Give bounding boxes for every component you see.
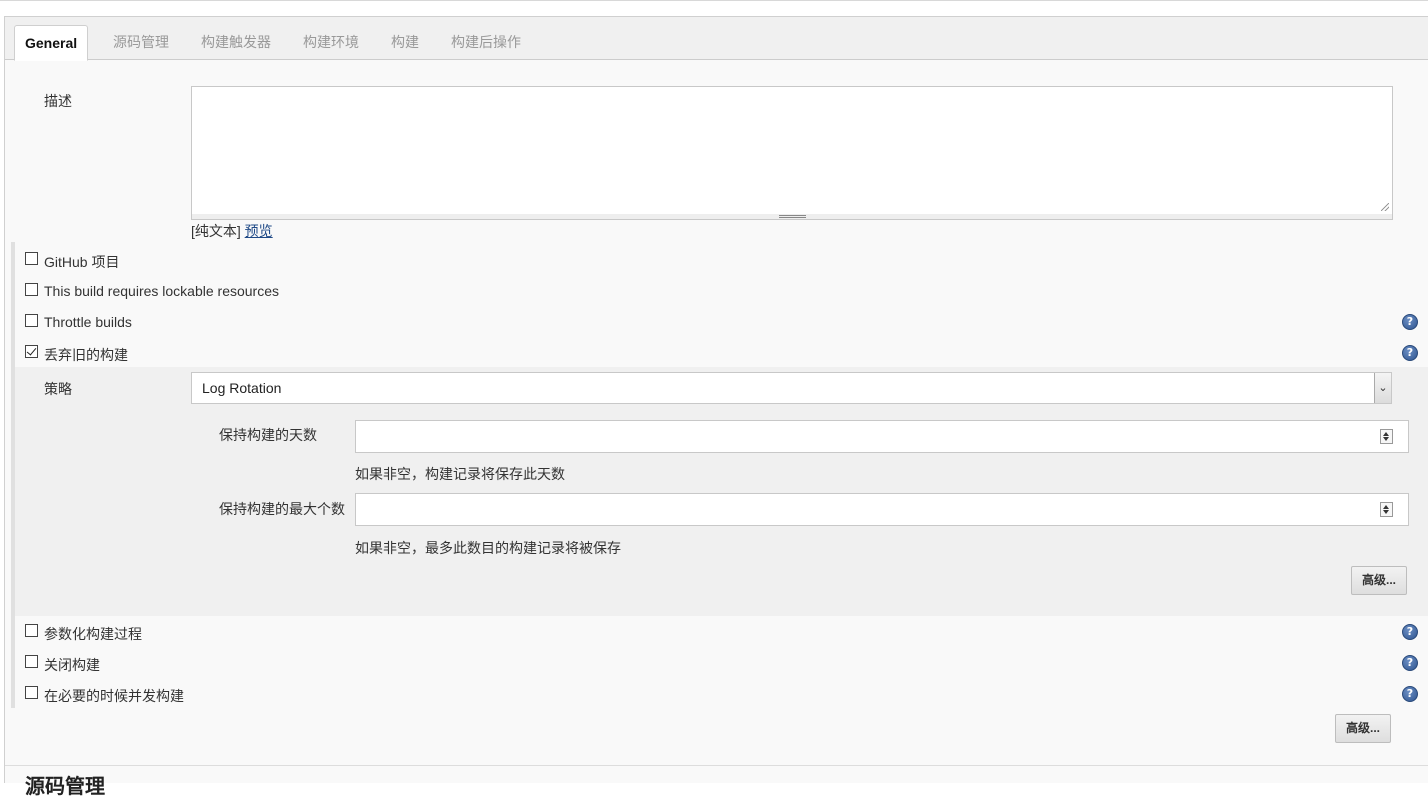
tab-general[interactable]: General	[14, 25, 89, 61]
spinner-icon[interactable]	[1380, 429, 1393, 444]
help-icon[interactable]: ?	[1402, 655, 1418, 671]
strategy-label: 策略	[44, 381, 72, 397]
throttle-builds-checkbox[interactable]	[25, 314, 38, 327]
tab-source-management[interactable]: 源码管理	[103, 25, 179, 60]
source-management-heading: 源码管理	[25, 776, 105, 798]
discard-strategy-section	[15, 367, 1428, 616]
max-builds-hint: 如果非空，最多此数目的构建记录将被保存	[355, 540, 621, 556]
concurrent-builds-label: 在必要的时候并发构建	[44, 688, 184, 704]
strategy-advanced-button[interactable]: 高级...	[1351, 566, 1408, 595]
parameterized-build-label: 参数化构建过程	[44, 626, 142, 642]
github-project-checkbox[interactable]	[25, 252, 38, 265]
days-to-keep-label: 保持构建的天数	[219, 427, 317, 443]
description-format: [纯文本] 预览	[191, 221, 273, 241]
chevron-down-icon[interactable]: ⌄	[1374, 373, 1391, 403]
strategy-select[interactable]: Log Rotation ⌄	[191, 372, 1392, 404]
disable-build-checkbox[interactable]	[25, 655, 38, 668]
parameterized-build-checkbox[interactable]	[25, 624, 38, 637]
top-divider	[0, 0, 1428, 1]
resize-grip-icon[interactable]	[1381, 203, 1389, 211]
tab-build-environment[interactable]: 构建环境	[293, 25, 369, 60]
lockable-resources-label: This build requires lockable resources	[44, 283, 279, 299]
max-builds-input[interactable]	[355, 493, 1409, 526]
discard-old-builds-checkbox[interactable]	[25, 345, 38, 358]
throttle-builds-label: Throttle builds	[44, 314, 132, 330]
section-divider	[5, 765, 1428, 766]
tab-build-triggers[interactable]: 构建触发器	[191, 25, 281, 60]
preview-link[interactable]: 预览	[245, 223, 273, 239]
format-label: [纯文本]	[191, 223, 241, 239]
spinner-icon[interactable]	[1380, 502, 1393, 517]
tab-post-build[interactable]: 构建后操作	[441, 25, 531, 60]
strategy-selected-value: Log Rotation	[202, 380, 282, 396]
max-builds-label: 保持构建的最大个数	[219, 501, 345, 517]
general-advanced-button[interactable]: 高级...	[1335, 714, 1392, 743]
help-icon[interactable]: ?	[1402, 624, 1418, 640]
help-icon[interactable]: ?	[1402, 686, 1418, 702]
lockable-resources-checkbox[interactable]	[25, 283, 38, 296]
description-label: 描述	[44, 93, 72, 109]
help-icon[interactable]: ?	[1402, 345, 1418, 361]
tab-build[interactable]: 构建	[381, 25, 429, 60]
discard-old-builds-label: 丢弃旧的构建	[44, 347, 128, 363]
days-to-keep-input[interactable]	[355, 420, 1409, 453]
disable-build-label: 关闭构建	[44, 657, 100, 673]
description-textarea[interactable]	[191, 86, 1393, 215]
help-icon[interactable]: ?	[1402, 314, 1418, 330]
days-to-keep-hint: 如果非空，构建记录将保存此天数	[355, 466, 565, 482]
textarea-resize-bar[interactable]	[191, 214, 1393, 220]
github-project-label: GitHub 项目	[44, 254, 120, 270]
drag-handle-icon[interactable]	[779, 215, 806, 218]
concurrent-builds-checkbox[interactable]	[25, 686, 38, 699]
